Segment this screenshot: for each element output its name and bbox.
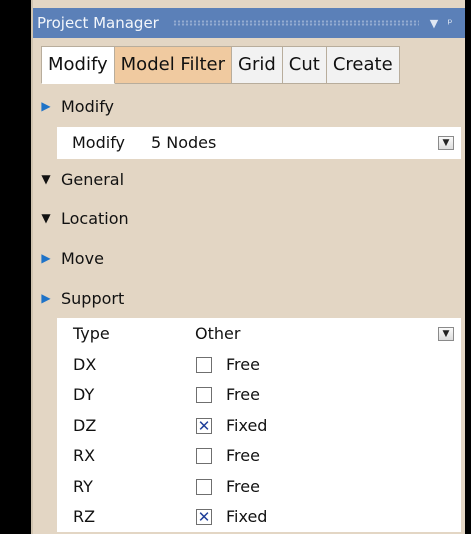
section-move[interactable]: ▶ Move [33, 243, 463, 273]
triangle-right-icon: ▶ [41, 251, 51, 265]
dof-rx-checkbox[interactable] [196, 448, 212, 464]
section-general-label: General [61, 169, 125, 189]
dof-dx-state: Free [226, 355, 260, 374]
dof-name-dz: DZ [73, 416, 97, 435]
modify-row-label: Modify [72, 133, 126, 152]
chevron-down-icon[interactable]: ▼ [438, 136, 454, 150]
title-bar-grip[interactable] [172, 20, 419, 26]
dof-rz-state: Fixed [226, 507, 268, 526]
section-support-label: Support [61, 288, 125, 308]
dof-name-dy: DY [73, 385, 95, 404]
dof-rx-state: Free [226, 446, 260, 465]
panel-title: Project Manager [37, 14, 159, 32]
section-location[interactable]: ▼ Location [33, 203, 463, 233]
dof-dz-state: Fixed [226, 416, 268, 435]
section-modify[interactable]: ▶ Modify [33, 91, 463, 121]
dof-dz-checkbox[interactable]: ✕ [196, 418, 212, 434]
dof-name-ry: RY [73, 477, 93, 496]
section-support[interactable]: ▶ Support [33, 283, 463, 313]
dof-dx-checkbox[interactable] [196, 357, 212, 373]
section-modify-label: Modify [61, 96, 115, 116]
dof-name-dx: DX [73, 355, 97, 374]
panel-title-bar[interactable]: Project Manager ▼ ᵖ [33, 8, 465, 38]
support-type-select[interactable]: Other [195, 324, 240, 343]
triangle-right-icon: ▶ [41, 99, 51, 113]
dof-ry-state: Free [226, 477, 260, 496]
dof-name-rx: RX [73, 446, 96, 465]
triangle-down-icon: ▼ [41, 211, 51, 225]
dof-name-rz: RZ [73, 507, 96, 526]
section-location-label: Location [61, 208, 129, 228]
chevron-down-icon[interactable]: ▼ [438, 327, 454, 341]
section-general[interactable]: ▼ General [33, 164, 463, 194]
dof-ry-checkbox[interactable] [196, 479, 212, 495]
tab-grid[interactable]: Grid [232, 46, 283, 84]
tab-strip: Modify Model Filter Grid Cut Create [41, 46, 400, 84]
tab-cut[interactable]: Cut [282, 46, 327, 84]
dof-dy-state: Free [226, 385, 260, 404]
tab-create[interactable]: Create [326, 46, 400, 84]
support-type-label: Type [73, 324, 110, 343]
window-menu-chevron-down-icon[interactable]: ▼ [427, 17, 441, 30]
tab-modify[interactable]: Modify [41, 46, 115, 84]
dof-dy-checkbox[interactable] [196, 387, 212, 403]
modify-selection-select[interactable]: 5 Nodes [151, 133, 216, 152]
checkmark-x-icon: ✕ [197, 508, 211, 526]
dof-rz-checkbox[interactable]: ✕ [196, 509, 212, 525]
checkmark-x-icon: ✕ [197, 417, 211, 435]
section-move-label: Move [61, 248, 104, 268]
triangle-down-icon: ▼ [41, 172, 51, 186]
pin-icon[interactable]: ᵖ [443, 16, 457, 30]
triangle-right-icon: ▶ [41, 291, 51, 305]
tab-model-filter[interactable]: Model Filter [114, 46, 232, 84]
project-manager-panel: Project Manager ▼ ᵖ Modify Model Filter … [31, 0, 465, 534]
